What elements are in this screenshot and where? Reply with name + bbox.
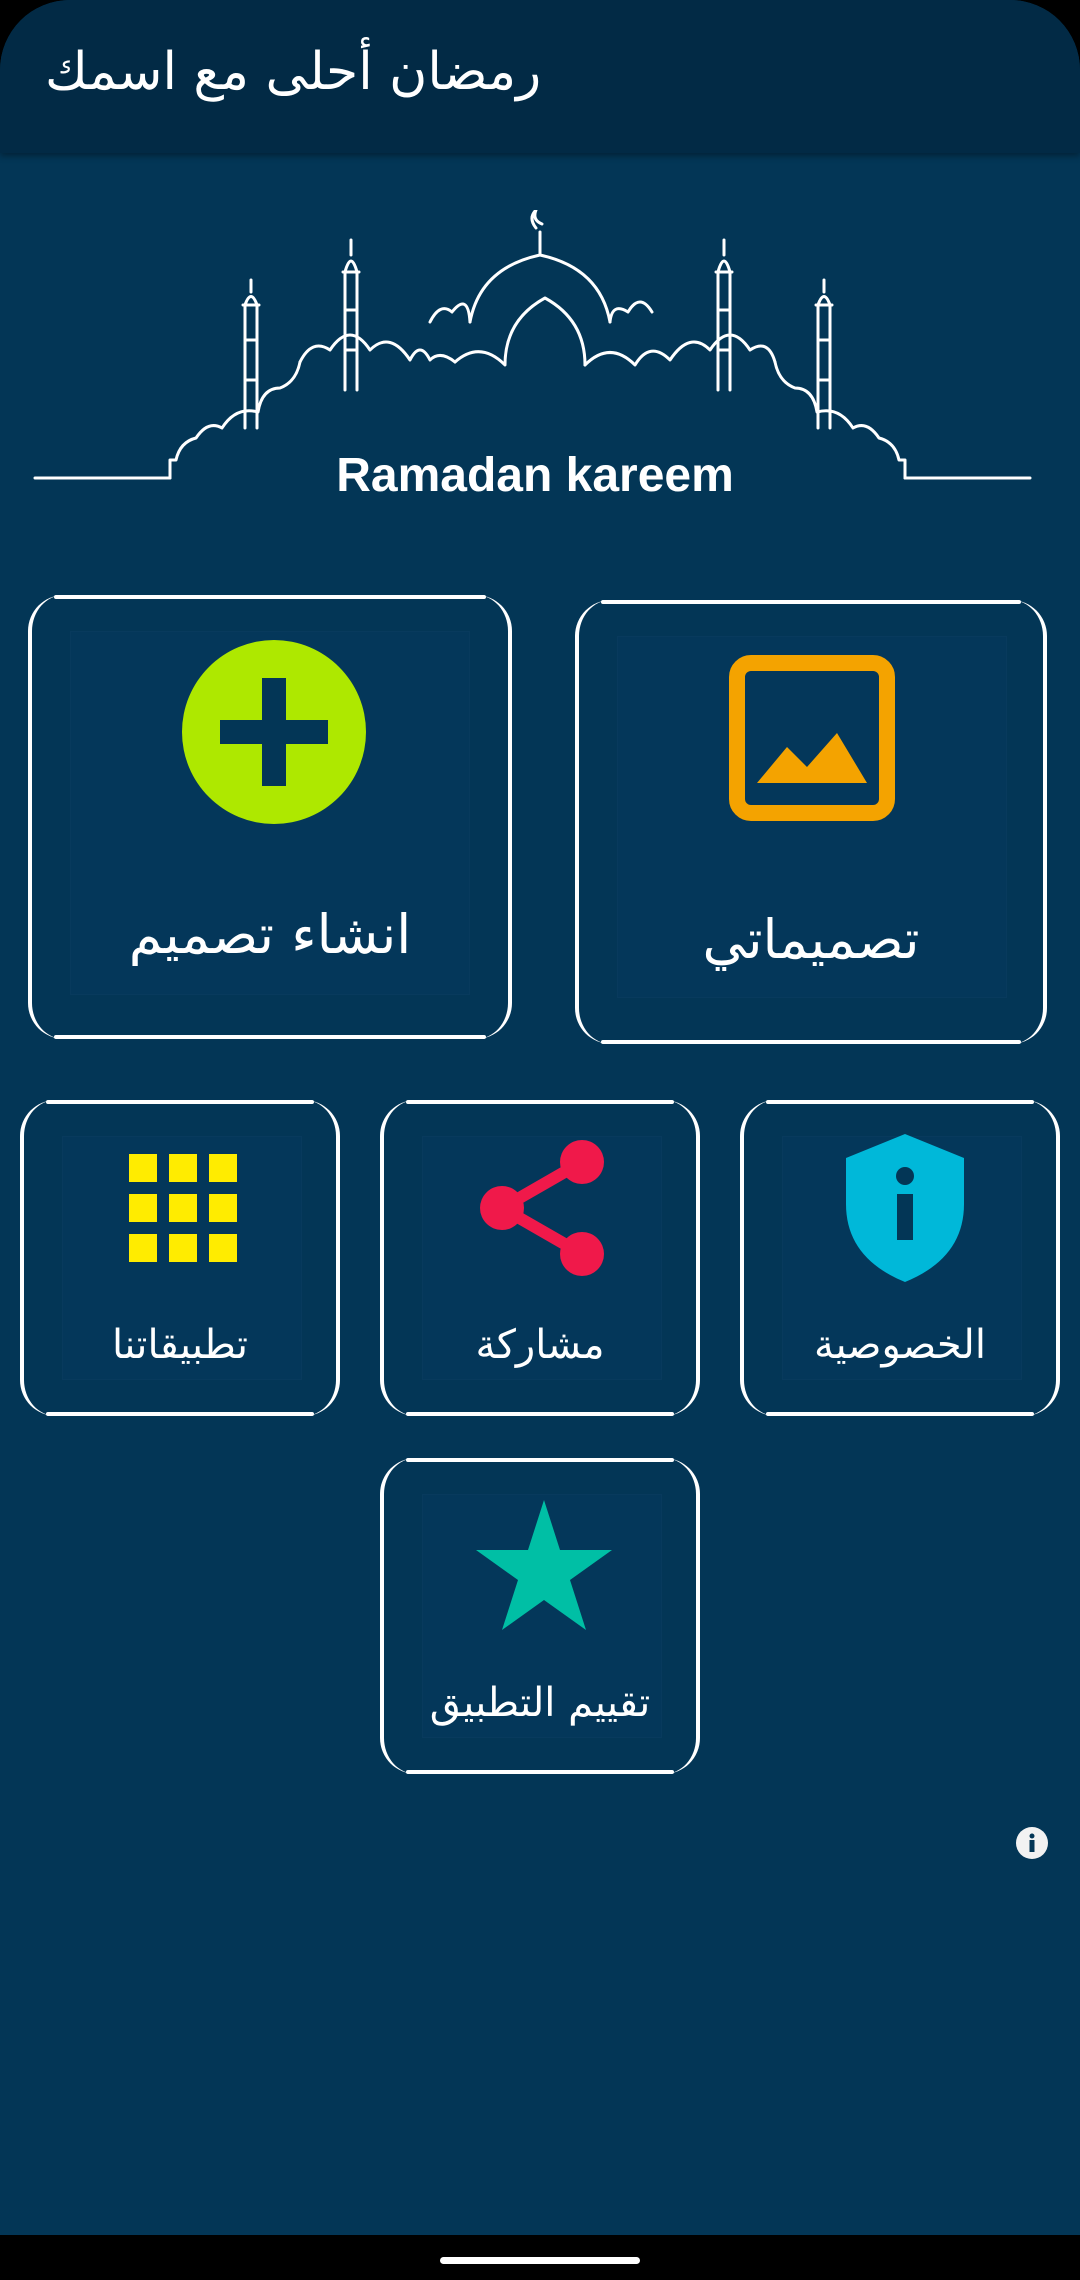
share-label: مشاركة — [475, 1322, 605, 1368]
star-icon — [476, 1500, 612, 1630]
grid-icon — [129, 1154, 237, 1262]
app-title: رمضان أحلى مع اسمك — [45, 42, 542, 102]
plus-circle-icon — [182, 640, 366, 824]
info-icon — [1029, 1833, 1035, 1852]
greeting-text: Ramadan kareem — [336, 449, 734, 502]
my-designs-label: تصميماتي — [702, 908, 920, 971]
our-apps-label: تطبيقاتنا — [112, 1322, 248, 1368]
privacy-tile[interactable]: الخصوصية — [740, 1100, 1060, 1416]
our-apps-tile[interactable]: تطبيقاتنا — [20, 1100, 340, 1416]
my-designs-tile[interactable]: تصميماتي — [575, 600, 1047, 1044]
rate-app-tile[interactable]: تقييم التطبيق — [380, 1458, 700, 1774]
app-bar: رمضان أحلى مع اسمك — [0, 0, 1080, 153]
privacy-label: الخصوصية — [814, 1322, 986, 1368]
rate-app-label: تقييم التطبيق — [429, 1680, 651, 1726]
info-button[interactable] — [1016, 1827, 1048, 1859]
home-gesture-handle[interactable] — [440, 2257, 640, 2264]
create-design-label: انشاء تصميم — [128, 903, 412, 966]
image-icon — [729, 655, 895, 821]
system-navigation-bar — [0, 2235, 1080, 2280]
share-tile[interactable]: مشاركة — [380, 1100, 700, 1416]
shield-info-icon — [846, 1134, 964, 1282]
main-screen: رمضان أحلى مع اسمك Ramadan kareem انشاء … — [0, 0, 1080, 2235]
share-icon — [480, 1140, 604, 1276]
create-design-tile[interactable]: انشاء تصميم — [28, 595, 512, 1039]
